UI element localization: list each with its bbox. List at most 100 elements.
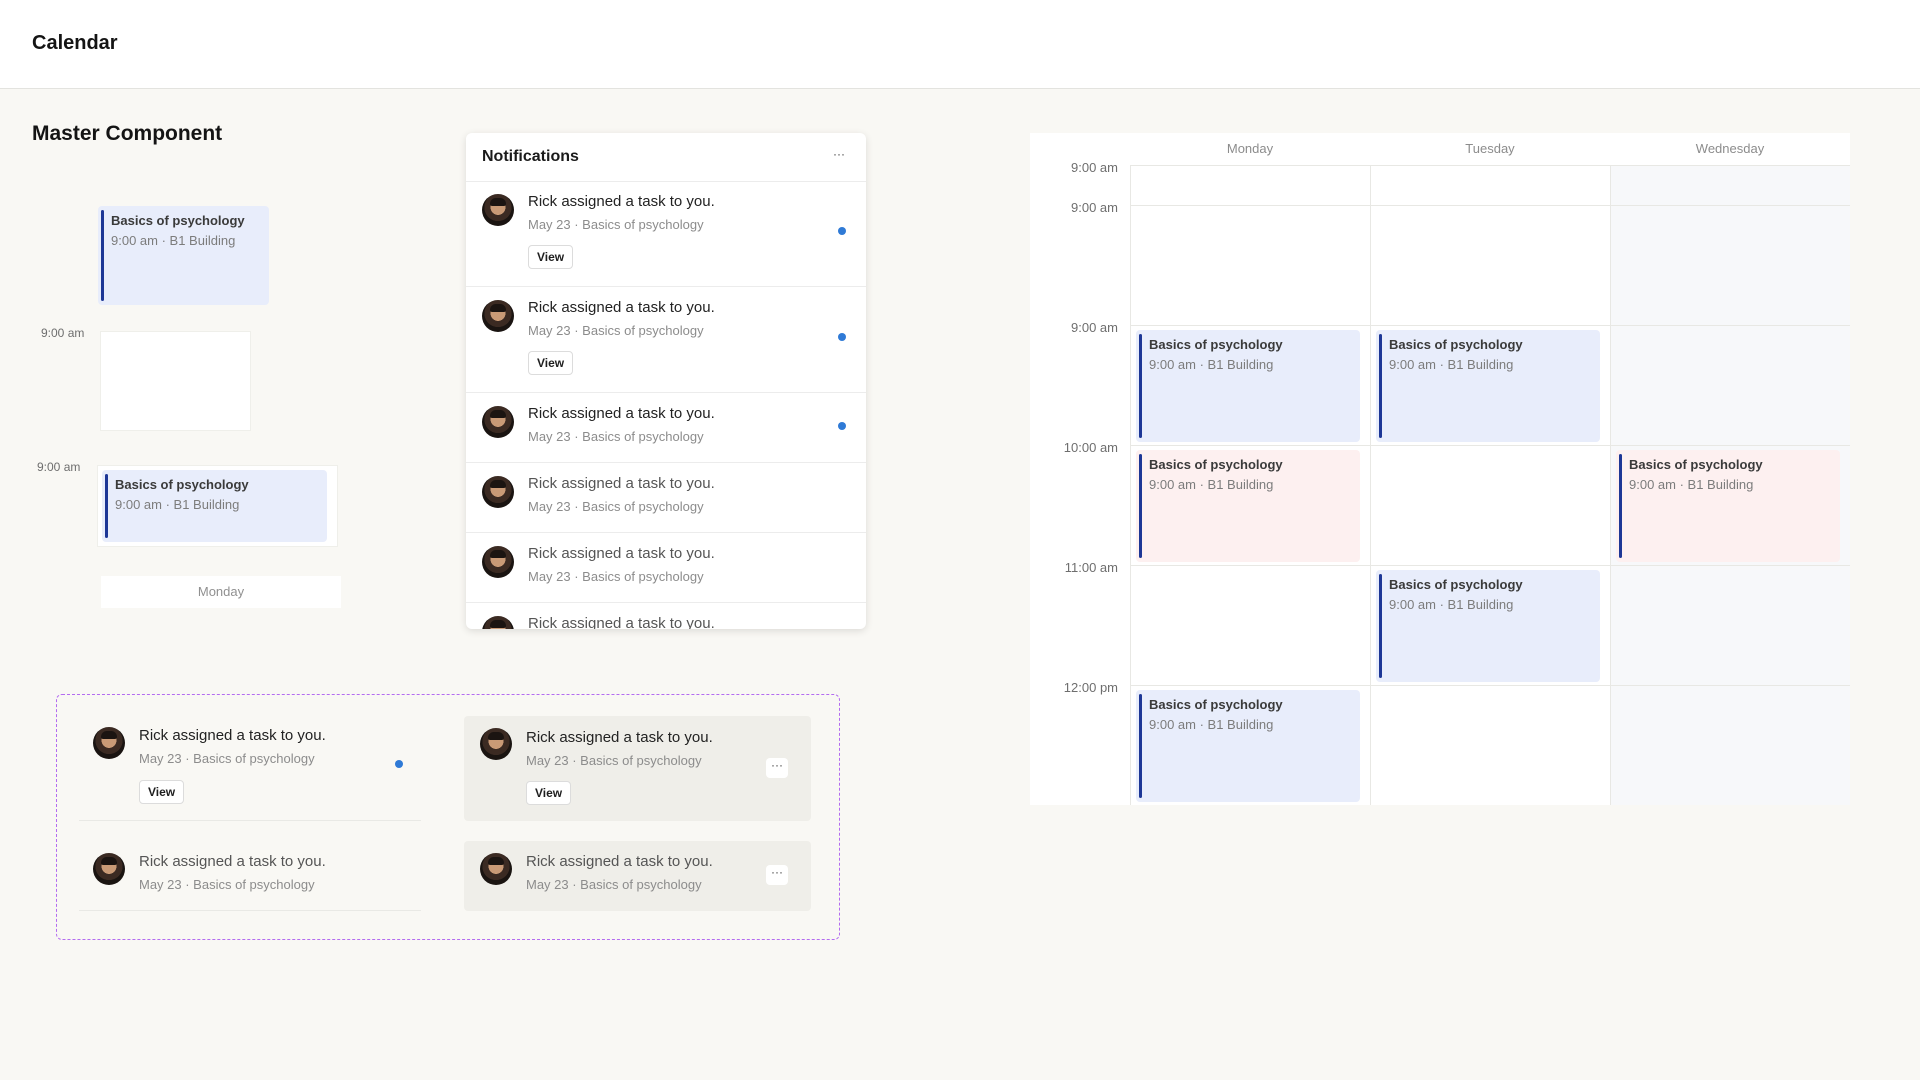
empty-time-slot[interactable] — [100, 331, 251, 431]
time-slot[interactable] — [1370, 685, 1610, 805]
day-header-monday: Monday — [101, 576, 341, 608]
time-label: 9:00 am — [1071, 320, 1118, 335]
notification-variant-read[interactable]: Rick assigned a task to you. May 23 · Ba… — [79, 841, 421, 911]
notification-meta: May 23 · Basics of psychology — [528, 217, 704, 232]
event-subtitle: 9:00 am · B1 Building — [1149, 477, 1274, 492]
time-label: 10:00 am — [1063, 440, 1118, 455]
avatar — [482, 476, 514, 508]
event-subtitle: 9:00 am · B1 Building — [1389, 597, 1514, 612]
event-card[interactable]: Basics of psychology 9:00 am · B1 Buildi… — [1616, 450, 1840, 562]
day-header-monday: Monday — [1226, 141, 1274, 156]
notification-variants: Rick assigned a task to you. May 23 · Ba… — [56, 694, 840, 940]
event-subtitle: 9:00 am · B1 Building — [1149, 357, 1274, 372]
event-title: Basics of psychology — [1629, 457, 1763, 472]
avatar — [482, 300, 514, 332]
event-title: Basics of psychology — [1149, 697, 1283, 712]
notification-variant-read-hover[interactable]: Rick assigned a task to you. May 23 · Ba… — [464, 841, 811, 911]
view-button[interactable]: View — [528, 351, 574, 375]
event-subtitle: 9:00 am · B1 Building — [1629, 477, 1754, 492]
more-horizontal-icon[interactable]: ··· — [828, 147, 850, 167]
notification-text: Rick assigned a task to you. — [139, 853, 326, 870]
event-title: Basics of psychology — [111, 213, 245, 228]
notifications-panel: Notifications ··· Rick assigned a task t… — [466, 133, 866, 629]
event-title: Basics of psychology — [115, 477, 249, 492]
event-card[interactable]: Basics of psychology 9:00 am · B1 Buildi… — [1136, 330, 1360, 442]
day-header-wednesday: Wednesday — [1695, 141, 1765, 156]
time-slot[interactable] — [1130, 205, 1370, 325]
section-title: Master Component — [32, 122, 223, 145]
notification-variant-unread[interactable]: Rick assigned a task to you. May 23 · Ba… — [79, 715, 421, 821]
notification-text: Rick assigned a task to you. — [526, 729, 713, 746]
unread-dot — [838, 422, 846, 430]
notification-meta: May 23 · Basics of psychology — [526, 877, 702, 892]
notification-text: Rick assigned a task to you. — [528, 545, 715, 562]
time-label: 11:00 am — [1064, 560, 1118, 575]
notification-meta: May 23 · Basics of psychology — [139, 751, 315, 766]
time-slot[interactable] — [1610, 165, 1850, 205]
avatar — [482, 194, 514, 226]
avatar — [93, 853, 125, 885]
event-card[interactable]: Basics of psychology 9:00 am · B1 Buildi… — [102, 470, 327, 542]
notification-item[interactable]: Rick assigned a task to you. May 23 · Ba… — [466, 181, 866, 287]
notification-text: Rick assigned a task to you. — [528, 615, 715, 629]
avatar — [93, 727, 125, 759]
notification-list: Rick assigned a task to you. May 23 · Ba… — [466, 181, 866, 629]
notification-item[interactable]: Rick assigned a task to you. — [466, 603, 866, 629]
notification-meta: May 23 · Basics of psychology — [526, 753, 702, 768]
avatar — [480, 728, 512, 760]
event-card[interactable]: Basics of psychology 9:00 am · B1 Buildi… — [1376, 570, 1600, 682]
event-title: Basics of psychology — [1389, 337, 1523, 352]
notification-text: Rick assigned a task to you. — [139, 727, 326, 744]
event-card[interactable]: Basics of psychology 9:00 am · B1 Buildi… — [1136, 690, 1360, 802]
week-calendar: Monday Tuesday Wednesday 9:00 am 9:00 am… — [1030, 133, 1850, 805]
view-button[interactable]: View — [528, 245, 574, 269]
unread-dot — [838, 333, 846, 341]
time-slot[interactable] — [1610, 205, 1850, 325]
event-title: Basics of psychology — [1149, 337, 1283, 352]
top-bar: Calendar — [0, 0, 1920, 89]
event-subtitle: 9:00 am · B1 Building — [1149, 717, 1274, 732]
view-button[interactable]: View — [526, 781, 572, 805]
time-slot[interactable] — [1610, 325, 1850, 445]
notification-meta: May 23 · Basics of psychology — [528, 569, 704, 584]
notification-text: Rick assigned a task to you. — [528, 405, 715, 422]
time-label: 9:00 am — [1071, 200, 1118, 215]
event-card[interactable]: Basics of psychology 9:00 am · B1 Buildi… — [1376, 330, 1600, 442]
time-slot[interactable] — [1370, 445, 1610, 565]
notification-item[interactable]: Rick assigned a task to you. May 23 · Ba… — [466, 463, 866, 533]
notification-variant-hover[interactable]: Rick assigned a task to you. May 23 · Ba… — [464, 716, 811, 821]
unread-dot — [838, 227, 846, 235]
notification-meta: May 23 · Basics of psychology — [139, 877, 315, 892]
time-slot[interactable] — [1130, 165, 1370, 205]
notification-item[interactable]: Rick assigned a task to you. May 23 · Ba… — [466, 287, 866, 393]
app-title: Calendar — [32, 32, 118, 54]
avatar — [482, 406, 514, 438]
event-subtitle: 9:00 am · B1 Building — [115, 497, 240, 512]
view-button[interactable]: View — [139, 780, 185, 804]
notifications-title: Notifications — [482, 148, 579, 165]
event-card[interactable]: Basics of psychology 9:00 am · B1 Buildi… — [1136, 450, 1360, 562]
time-slot[interactable] — [1610, 565, 1850, 685]
time-slot[interactable] — [1610, 685, 1850, 805]
time-slot[interactable] — [1370, 165, 1610, 205]
event-subtitle: 9:00 am · B1 Building — [111, 233, 236, 248]
time-slot[interactable] — [1370, 205, 1610, 325]
event-subtitle: 9:00 am · B1 Building — [1389, 357, 1514, 372]
notification-item[interactable]: Rick assigned a task to you. May 23 · Ba… — [466, 393, 866, 463]
notification-meta: May 23 · Basics of psychology — [528, 429, 704, 444]
avatar — [480, 853, 512, 885]
time-label: 9:00 am — [37, 460, 81, 474]
event-title: Basics of psychology — [1149, 457, 1283, 472]
event-card[interactable]: Basics of psychology 9:00 am · B1 Buildi… — [98, 206, 269, 305]
notification-text: Rick assigned a task to you. — [526, 853, 713, 870]
day-header-tuesday: Tuesday — [1465, 141, 1515, 156]
notifications-header: Notifications ··· — [466, 133, 866, 182]
unread-dot — [395, 760, 403, 768]
notification-item[interactable]: Rick assigned a task to you. May 23 · Ba… — [466, 533, 866, 603]
more-horizontal-icon[interactable]: ··· — [766, 865, 788, 885]
time-label: 9:00 am — [1071, 160, 1118, 175]
time-slot[interactable] — [1130, 565, 1370, 685]
event-title: Basics of psychology — [1389, 577, 1523, 592]
notification-text: Rick assigned a task to you. — [528, 475, 715, 492]
more-horizontal-icon[interactable]: ··· — [766, 758, 788, 778]
